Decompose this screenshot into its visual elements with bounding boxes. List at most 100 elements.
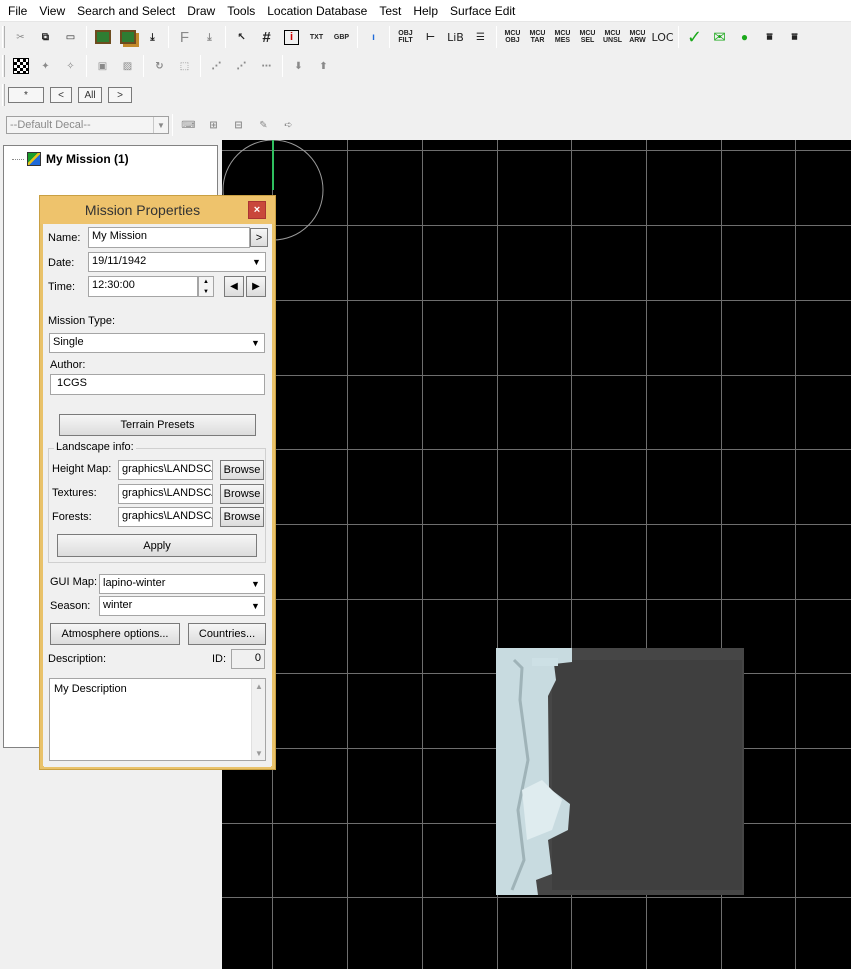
toolbar-grip[interactable]	[2, 84, 5, 106]
description-scrollbar[interactable]: ▲ ▼	[251, 679, 265, 760]
import-icon[interactable]: ⤓	[141, 26, 164, 49]
menu-help[interactable]: Help	[407, 0, 444, 22]
menu-file[interactable]: File	[2, 0, 33, 22]
level-2-icon[interactable]: ⩸	[783, 26, 806, 49]
close-icon[interactable]: ×	[248, 201, 266, 219]
textures-browse-button[interactable]: Browse	[220, 484, 264, 504]
height-map-field[interactable]: graphics\LANDSCA	[118, 460, 213, 480]
filter-star-button[interactable]: *	[8, 87, 44, 103]
properties-icon[interactable]: ☰	[469, 26, 492, 49]
spinner-down-icon[interactable]: ▼	[199, 287, 213, 297]
mcu-sel-button[interactable]: MCU SEL	[576, 26, 599, 49]
path-icon[interactable]: ⋰	[205, 55, 228, 78]
author-field[interactable]: 1CGS	[50, 374, 265, 395]
rotate-icon[interactable]: ↻	[148, 55, 171, 78]
menu-location-database[interactable]: Location Database	[261, 0, 373, 22]
season-select[interactable]: winter ▼	[99, 596, 265, 616]
filter-prev-button[interactable]: <	[50, 87, 72, 103]
menu-draw[interactable]: Draw	[181, 0, 221, 22]
gbp-button[interactable]: GBP	[330, 26, 353, 49]
obj-filt-button[interactable]: OBJ FILT	[394, 26, 417, 49]
name-field[interactable]: My Mission	[88, 227, 250, 248]
path-edit-icon[interactable]: ⋯	[255, 55, 278, 78]
tree-node-root[interactable]: My Mission (1)	[12, 152, 129, 166]
menu-test[interactable]: Test	[373, 0, 407, 22]
marker-icon[interactable]: ı	[362, 26, 385, 49]
description-value: My Description	[54, 683, 127, 695]
terrain-presets-button[interactable]: Terrain Presets	[59, 414, 256, 436]
id-field[interactable]: 0	[231, 649, 265, 669]
time-back-button[interactable]: ◀	[224, 276, 244, 297]
toolbar-grip[interactable]	[2, 55, 5, 77]
mcu-arw-button[interactable]: MCU ARW	[626, 26, 649, 49]
scroll-down-icon[interactable]: ▼	[252, 746, 266, 760]
mcu-unsl-button[interactable]: MCU UNSL	[601, 26, 624, 49]
height-map-browse-button[interactable]: Browse	[220, 460, 264, 480]
stamp-up-icon[interactable]: ⬆	[312, 55, 335, 78]
checker-icon[interactable]	[9, 55, 32, 78]
atmosphere-options-button[interactable]: Atmosphere options...	[50, 623, 180, 645]
font-icon[interactable]: F	[173, 26, 196, 49]
stamp-down-icon[interactable]: ⬇	[287, 55, 310, 78]
menu-view[interactable]: View	[33, 0, 71, 22]
decal-select[interactable]: --Default Decal-- ▼	[6, 116, 169, 134]
apply-button[interactable]: Apply	[57, 534, 257, 557]
loc-button[interactable]: LOC	[651, 26, 674, 49]
dialog-titlebar[interactable]: Mission Properties ×	[40, 196, 275, 224]
txt-button[interactable]: TXT	[305, 26, 328, 49]
lib-button[interactable]: LiB	[444, 26, 467, 49]
cut-icon[interactable]: ✂	[9, 26, 32, 49]
dot-icon[interactable]: ●	[733, 26, 756, 49]
keyboard-icon[interactable]: ⌨	[177, 114, 200, 137]
copy-icon[interactable]: ⧉	[34, 26, 57, 49]
spinner-up-icon[interactable]: ▲	[199, 277, 213, 287]
add-decal-icon[interactable]: ⊞	[202, 114, 225, 137]
forests-field[interactable]: graphics\LANDSCA	[118, 507, 213, 527]
info-icon[interactable]: i	[280, 26, 303, 49]
ruler-icon[interactable]: ▭	[59, 26, 82, 49]
menu-search-and-select[interactable]: Search and Select	[71, 0, 181, 22]
menu-tools[interactable]: Tools	[221, 0, 261, 22]
forests-browse-button[interactable]: Browse	[220, 507, 264, 527]
filter-all-button[interactable]: All	[78, 87, 102, 103]
decal-select-value: --Default Decal--	[10, 119, 91, 131]
arrow-right-icon[interactable]: ➪	[277, 114, 300, 137]
filter-next-button[interactable]: >	[108, 87, 132, 103]
textures-field[interactable]: graphics\LANDSCA	[118, 484, 213, 504]
mission-icon	[27, 152, 41, 166]
mcu-obj-button[interactable]: MCU OBJ	[501, 26, 524, 49]
group-icon[interactable]	[91, 26, 114, 49]
pen-icon[interactable]: ✎	[252, 114, 275, 137]
level-1-icon[interactable]: ⩸	[758, 26, 781, 49]
date-picker[interactable]: 19/11/1942 ▼	[88, 252, 266, 272]
description-field[interactable]: My Description ▲ ▼	[49, 678, 266, 761]
grid-icon[interactable]: #	[255, 26, 278, 49]
path-add-icon[interactable]: ⋰	[230, 55, 253, 78]
magic-wand-icon[interactable]: ✦	[34, 55, 57, 78]
time-field[interactable]: 12:30:00	[88, 276, 198, 297]
tree-icon[interactable]: ⊢	[419, 26, 442, 49]
menu-surface-edit[interactable]: Surface Edit	[444, 0, 521, 22]
gui-map-select[interactable]: lapino-winter ▼	[99, 574, 265, 594]
time-forward-button[interactable]: ▶	[246, 276, 266, 297]
image-icon[interactable]: ▣	[91, 55, 114, 78]
scroll-up-icon[interactable]: ▲	[252, 679, 266, 693]
countries-button[interactable]: Countries...	[188, 623, 266, 645]
place-icon[interactable]: ⤓	[198, 26, 221, 49]
map-viewport[interactable]	[222, 140, 851, 969]
mcu-tar-button[interactable]: MCU TAR	[526, 26, 549, 49]
time-spinner[interactable]: ▲ ▼	[198, 276, 214, 297]
check-icon[interactable]: ✓	[683, 26, 706, 49]
mission-type-select[interactable]: Single ▼	[49, 333, 265, 353]
remove-decal-icon[interactable]: ⊟	[227, 114, 250, 137]
marquee-icon[interactable]: ⬚	[173, 55, 196, 78]
picture-icon[interactable]: ▨	[116, 55, 139, 78]
select-arrow-icon[interactable]: ↖	[230, 26, 253, 49]
mcu-mes-button[interactable]: MCU MES	[551, 26, 574, 49]
mail-icon[interactable]: ✉	[708, 26, 731, 49]
toolbar-grip[interactable]	[2, 26, 5, 48]
name-expand-button[interactable]: >	[250, 228, 268, 247]
ungroup-icon[interactable]	[116, 26, 139, 49]
magic-wand-plus-icon[interactable]: ✧	[59, 55, 82, 78]
dialog-body: Name: My Mission > Date: 19/11/1942 ▼ Ti…	[44, 224, 271, 767]
